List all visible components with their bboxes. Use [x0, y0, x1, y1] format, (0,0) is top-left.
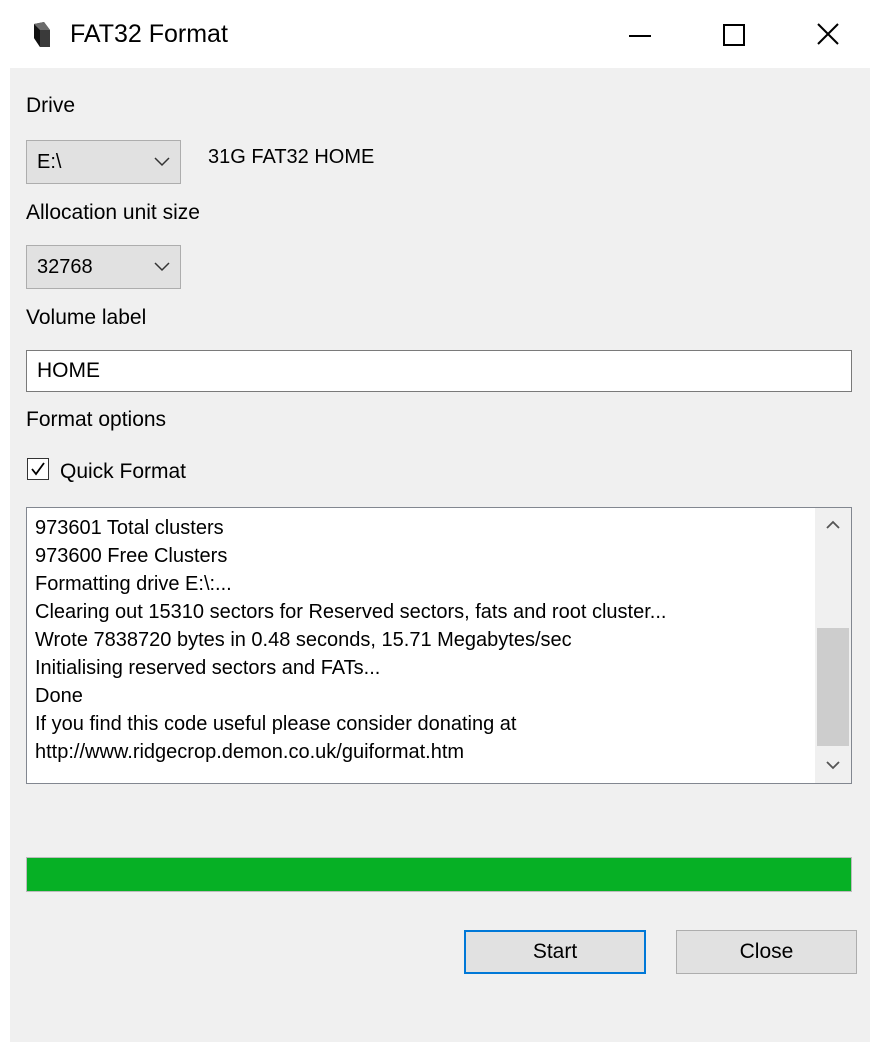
drive-label: Drive [26, 94, 76, 117]
chevron-down-icon [154, 262, 170, 272]
maximize-button[interactable] [712, 14, 758, 56]
log-line: Done [35, 685, 83, 707]
start-button[interactable]: Start [464, 930, 646, 974]
allocation-select-value: 32768 [37, 256, 93, 278]
log-line: 973601 Total clusters [35, 517, 224, 539]
log-line: Formatting drive E:\:... [35, 573, 232, 595]
log-line: If you find this code useful please cons… [35, 713, 517, 735]
title-bar[interactable]: FAT32 Format [0, 0, 870, 68]
scroll-up-button[interactable] [815, 508, 851, 542]
log-scrollbar[interactable] [815, 508, 851, 783]
maximize-icon [723, 24, 745, 46]
drive-info: 31G FAT32 HOME [208, 146, 375, 168]
drive-select[interactable]: E:\ [26, 140, 181, 184]
log-line: Clearing out 15310 sectors for Reserved … [35, 601, 667, 623]
window-title: FAT32 Format [70, 20, 228, 48]
close-icon [817, 23, 839, 45]
close-button[interactable]: Close [676, 930, 857, 974]
fat32format-app-icon [32, 22, 52, 48]
log-line: Initialising reserved sectors and FATs..… [35, 657, 381, 679]
scroll-thumb[interactable] [817, 628, 849, 746]
volume-label-label: Volume label [26, 306, 147, 329]
format-options-label: Format options [26, 408, 167, 431]
volume-label-input[interactable] [26, 350, 852, 392]
scroll-down-button[interactable] [815, 749, 851, 783]
chevron-up-icon [826, 520, 840, 529]
checkmark-icon [31, 462, 45, 476]
quick-format-checkbox[interactable] [27, 458, 49, 480]
log-line: http://www.ridgecrop.demon.co.uk/guiform… [35, 741, 465, 763]
allocation-unit-size-label: Allocation unit size [26, 201, 200, 224]
log-output[interactable]: 973601 Total clusters 973600 Free Cluste… [26, 507, 852, 784]
quick-format-label[interactable]: Quick Format [60, 460, 186, 484]
minimize-icon [629, 35, 651, 37]
chevron-down-icon [826, 761, 840, 770]
log-line: 973600 Free Clusters [35, 545, 228, 567]
drive-select-value: E:\ [37, 151, 62, 173]
allocation-unit-size-select[interactable]: 32768 [26, 245, 181, 289]
format-progress-bar [26, 857, 852, 892]
progress-fill [27, 858, 851, 891]
log-line: Wrote 7838720 bytes in 0.48 seconds, 15.… [35, 629, 572, 651]
close-window-button[interactable] [805, 14, 851, 56]
minimize-button[interactable] [617, 14, 663, 56]
chevron-down-icon [154, 157, 170, 167]
log-lines: 973601 Total clusters 973600 Free Cluste… [35, 514, 815, 766]
